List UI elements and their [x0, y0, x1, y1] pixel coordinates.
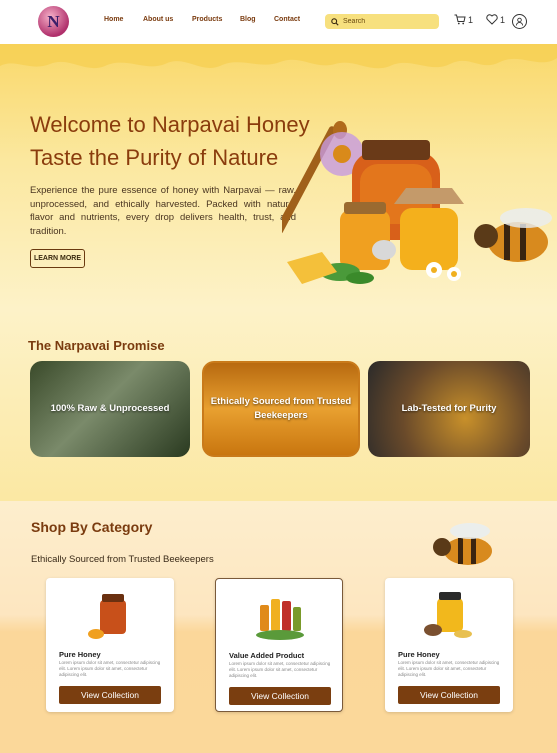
category-name: Pure Honey: [398, 650, 440, 659]
category-card-value-added: Value Added Product Lorem ipsum dolor si…: [215, 578, 343, 712]
category-name: Value Added Product: [229, 651, 305, 660]
wishlist-count: 1: [500, 14, 506, 25]
promise-card-label: 100% Raw & Unprocessed: [50, 403, 170, 414]
site-header: N Home About us Products Blog Contact 1 …: [0, 0, 557, 44]
category-subtitle: Ethically Sourced from Trusted Beekeeper…: [31, 554, 214, 565]
view-collection-button[interactable]: View Collection: [59, 686, 161, 704]
hero-title-line-1: Welcome to Narpavai Honey: [30, 112, 310, 137]
category-card-pure-honey-2: Pure Honey Lorem ipsum dolor sit amet, c…: [385, 578, 513, 712]
cart-button[interactable]: 1: [454, 14, 473, 25]
brand-logo[interactable]: N: [38, 6, 69, 37]
category-name: Pure Honey: [59, 650, 101, 659]
category-card-pure-honey: Pure Honey Lorem ipsum dolor sit amet, c…: [46, 578, 174, 712]
nav-home[interactable]: Home: [104, 16, 123, 23]
category-title: Shop By Category: [31, 519, 153, 535]
hero-description: Experience the pure essence of honey wit…: [30, 185, 296, 237]
promise-card-label: Lab-Tested for Purity: [401, 403, 497, 414]
learn-more-button[interactable]: LEARN MORE: [30, 249, 85, 268]
shop-by-category-section: Shop By Category Ethically Sourced from …: [0, 501, 557, 753]
view-collection-button[interactable]: View Collection: [229, 687, 331, 705]
honey-jars-illustration: [282, 121, 552, 284]
search-input[interactable]: [343, 18, 433, 25]
category-description: Lorem ipsum dolor sit amet, consectetur …: [59, 660, 161, 677]
heart-icon: [486, 14, 498, 25]
value-added-products-image: [256, 599, 304, 640]
view-collection-button[interactable]: View Collection: [398, 686, 500, 704]
bee-icon: [433, 523, 492, 565]
honey-drip-decoration: [0, 44, 557, 69]
nav-blog[interactable]: Blog: [240, 16, 256, 23]
category-description: Lorem ipsum dolor sit amet, consectetur …: [398, 660, 500, 677]
search-bar[interactable]: [325, 14, 439, 29]
promise-card-ethical[interactable]: Ethically Sourced from Trusted Beekeeper…: [202, 361, 360, 457]
nav-products[interactable]: Products: [192, 16, 222, 23]
promise-section: The Narpavai Promise 100% Raw & Unproces…: [0, 309, 557, 501]
honey-jar-image: [88, 594, 126, 639]
search-icon[interactable]: [331, 17, 339, 26]
category-description: Lorem ipsum dolor sit amet, consectetur …: [229, 661, 331, 678]
hero-section: Welcome to Narpavai Honey Taste the Puri…: [0, 44, 557, 309]
promise-card-label: Ethically Sourced from Trusted Beekeeper…: [210, 396, 352, 421]
cart-count: 1: [468, 14, 474, 25]
hero-title-line-2: Taste the Purity of Nature: [30, 145, 279, 170]
bee-illustration: [474, 208, 552, 262]
nav-about-us[interactable]: About us: [143, 16, 183, 23]
user-icon: [515, 17, 524, 26]
honey-jar-image: [424, 592, 472, 638]
promise-card-lab-tested[interactable]: Lab-Tested for Purity: [368, 361, 530, 457]
wishlist-button[interactable]: 1: [486, 14, 505, 25]
hero-title: Welcome to Narpavai Honey Taste the Puri…: [30, 108, 310, 174]
cart-icon: [454, 14, 466, 25]
user-button[interactable]: [512, 14, 527, 29]
nav-contact[interactable]: Contact: [274, 16, 300, 23]
promise-card-raw[interactable]: 100% Raw & Unprocessed: [30, 361, 190, 457]
promise-title: The Narpavai Promise: [28, 338, 165, 353]
logo-letter: N: [47, 11, 60, 31]
